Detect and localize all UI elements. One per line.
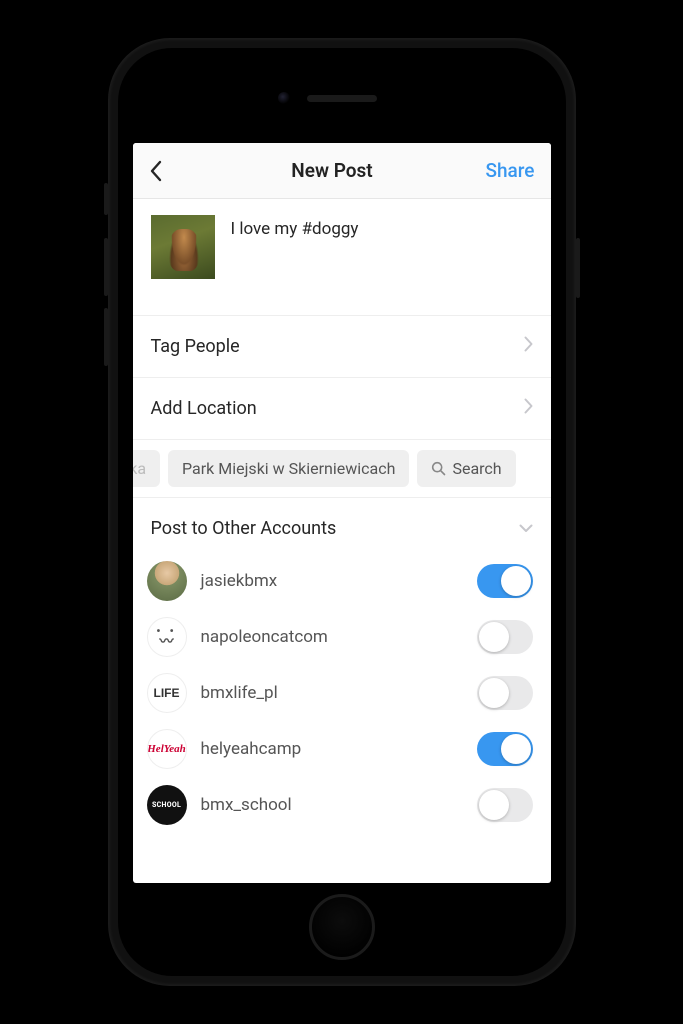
account-toggle[interactable] — [477, 620, 533, 654]
account-name: bmx_school — [201, 795, 463, 815]
front-camera — [278, 92, 290, 104]
location-chip[interactable]: Park Miejski w Skierniewicach — [168, 450, 409, 487]
phone-frame: New Post Share I love my #doggy Tag Peop… — [108, 38, 576, 986]
add-location-row[interactable]: Add Location — [133, 378, 551, 440]
chevron-right-icon — [524, 398, 533, 419]
volume-down-button — [104, 308, 108, 366]
volume-up-button — [104, 238, 108, 296]
avatar[interactable] — [147, 561, 187, 601]
add-location-label: Add Location — [151, 398, 257, 419]
post-thumbnail[interactable] — [151, 215, 215, 279]
location-chip-partial[interactable]: awka — [133, 450, 161, 487]
account-toggle[interactable] — [477, 564, 533, 598]
chevron-right-icon — [524, 336, 533, 357]
phone-speaker-area — [123, 53, 561, 143]
page-title: New Post — [291, 159, 372, 182]
account-name: bmxlife_pl — [201, 683, 463, 703]
tag-people-row[interactable]: Tag People — [133, 316, 551, 378]
caption-row[interactable]: I love my #doggy — [133, 199, 551, 316]
account-row: jasiekbmx — [133, 553, 551, 609]
section-title: Post to Other Accounts — [151, 518, 337, 539]
chevron-down-icon — [519, 524, 533, 533]
account-name: napoleoncatcom — [201, 627, 463, 647]
navbar: New Post Share — [133, 143, 551, 199]
tag-people-label: Tag People — [151, 336, 240, 357]
post-other-accounts-header[interactable]: Post to Other Accounts — [133, 498, 551, 553]
account-toggle[interactable] — [477, 732, 533, 766]
back-button[interactable] — [149, 160, 179, 182]
account-name: jasiekbmx — [201, 571, 463, 591]
avatar[interactable]: LIFE — [147, 673, 187, 713]
account-row: • • 〰 napoleoncatcom — [133, 609, 551, 665]
account-row: LIFE bmxlife_pl — [133, 665, 551, 721]
location-search-chip[interactable]: Search — [417, 450, 515, 487]
location-suggestions: awka Park Miejski w Skierniewicach Searc… — [133, 440, 551, 498]
screen: New Post Share I love my #doggy Tag Peop… — [133, 143, 551, 883]
ear-speaker — [307, 95, 377, 102]
share-button[interactable]: Share — [485, 159, 534, 182]
avatar[interactable]: SCHOOL — [147, 785, 187, 825]
caption-input[interactable]: I love my #doggy — [231, 215, 359, 239]
home-button[interactable] — [309, 894, 375, 960]
account-toggle[interactable] — [477, 788, 533, 822]
power-button — [576, 238, 580, 298]
chevron-left-icon — [149, 160, 162, 182]
account-toggle[interactable] — [477, 676, 533, 710]
account-row: HelYeah helyeahcamp — [133, 721, 551, 777]
account-row: SCHOOL bmx_school — [133, 777, 551, 833]
avatar[interactable]: • • 〰 — [147, 617, 187, 657]
account-name: helyeahcamp — [201, 739, 463, 759]
avatar[interactable]: HelYeah — [147, 729, 187, 769]
search-icon — [431, 461, 446, 476]
mute-switch — [104, 183, 108, 215]
